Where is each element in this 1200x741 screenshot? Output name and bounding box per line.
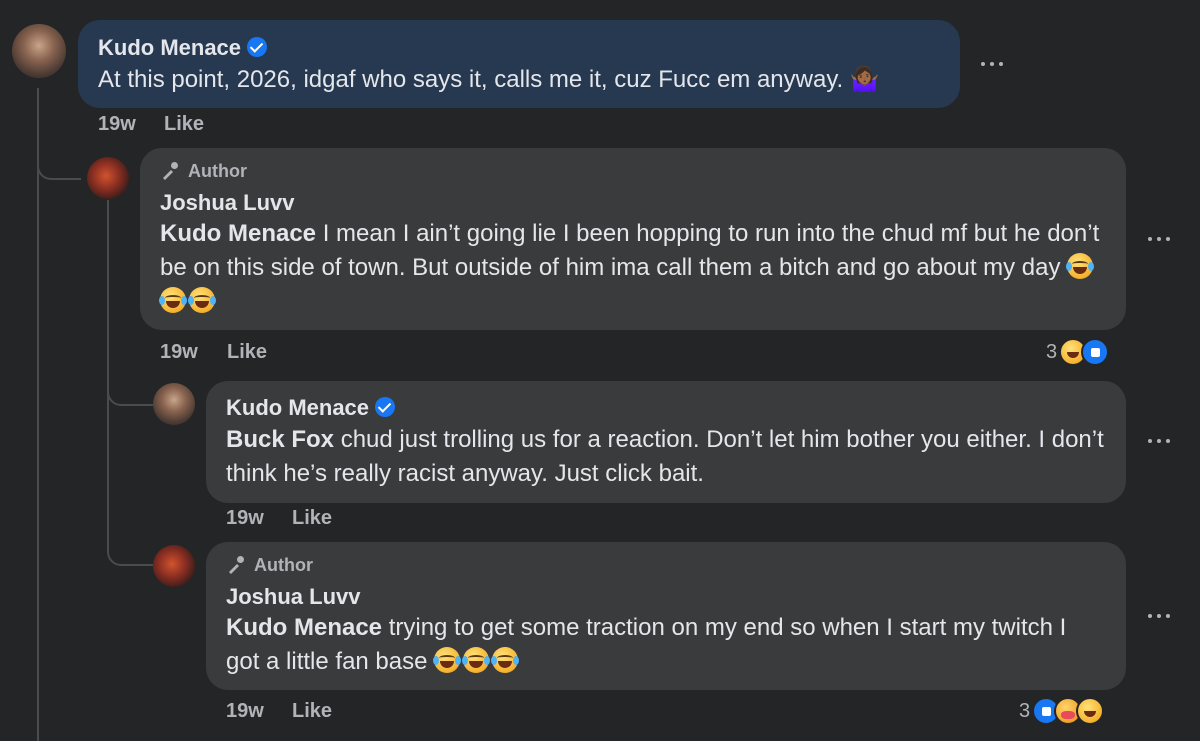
avatar[interactable]	[153, 545, 195, 587]
more-options-icon[interactable]	[1148, 437, 1172, 445]
thread-curve-reply-3	[107, 540, 153, 566]
more-options-icon[interactable]	[981, 60, 1005, 68]
reaction-count: 3	[1019, 699, 1031, 722]
comment-text: Kudo Menace I mean I ain’t going lie I b…	[159, 217, 1100, 319]
like-button[interactable]: Like	[164, 113, 204, 136]
avatar[interactable]	[87, 157, 129, 199]
microphone-icon	[163, 162, 178, 180]
comment-timestamp[interactable]: 19w	[98, 113, 136, 136]
author-badge-label: Author	[188, 160, 247, 181]
comment-author[interactable]: Kudo Menace	[226, 395, 396, 421]
comment-timestamp[interactable]: 19w	[226, 507, 264, 530]
comment-text: Buck Fox chud just trolling us for a rea…	[226, 423, 1116, 491]
comment-body: chud just trolling us for a reaction. Do…	[226, 426, 1104, 487]
avatar[interactable]	[153, 383, 195, 425]
author-badge-label: Author	[254, 554, 313, 575]
author-name[interactable]: Joshua Luvv	[160, 190, 294, 216]
thread-curve-reply-2	[107, 380, 153, 406]
thread-line-replies	[107, 200, 109, 550]
more-options-icon[interactable]	[1148, 612, 1172, 620]
reaction-count: 3	[1046, 340, 1058, 363]
laughing-emoji-icon	[433, 647, 521, 675]
like-button[interactable]: Like	[292, 507, 332, 530]
verified-badge-icon	[375, 397, 396, 417]
like-button[interactable]: Like	[227, 341, 267, 364]
more-options-icon[interactable]	[1148, 235, 1172, 243]
author-name[interactable]: Kudo Menace	[226, 395, 369, 420]
author-badge: Author	[160, 160, 247, 182]
author-name[interactable]: Joshua Luvv	[226, 584, 360, 610]
comment-text: Kudo Menace trying to get some traction …	[226, 611, 1086, 679]
haha-icon	[1076, 697, 1105, 725]
like-button[interactable]: Like	[292, 700, 332, 723]
comment-bubble: Author Joshua Luvv Kudo Menace trying to…	[206, 542, 1126, 690]
comment-author[interactable]: Kudo Menace	[98, 35, 268, 61]
avatar[interactable]	[12, 24, 66, 78]
author-badge: Author	[226, 554, 313, 576]
comment-bubble: Kudo Menace Buck Fox chud just trolling …	[206, 381, 1126, 503]
mention-link[interactable]: Kudo Menace	[160, 220, 316, 247]
mention-link[interactable]: Buck Fox	[226, 426, 334, 453]
comment-bubble-highlighted: Kudo Menace At this point, 2026, idgaf w…	[78, 20, 960, 108]
reaction-summary[interactable]: 3	[1046, 338, 1110, 366]
comment-text: At this point, 2026, idgaf who says it, …	[98, 66, 880, 93]
mention-link[interactable]: Kudo Menace	[226, 614, 382, 641]
microphone-icon	[229, 556, 244, 574]
verified-badge-icon	[247, 37, 268, 57]
comment-timestamp[interactable]: 19w	[226, 700, 264, 723]
thread-curve-reply-1	[37, 150, 81, 180]
comment-bubble: Author Joshua Luvv Kudo Menace I mean I …	[140, 148, 1126, 330]
comment-timestamp[interactable]: 19w	[160, 341, 198, 364]
like-icon	[1081, 338, 1110, 366]
reaction-summary[interactable]: 3	[1019, 697, 1105, 725]
author-name[interactable]: Kudo Menace	[98, 35, 241, 60]
thread-line-main	[37, 88, 39, 741]
